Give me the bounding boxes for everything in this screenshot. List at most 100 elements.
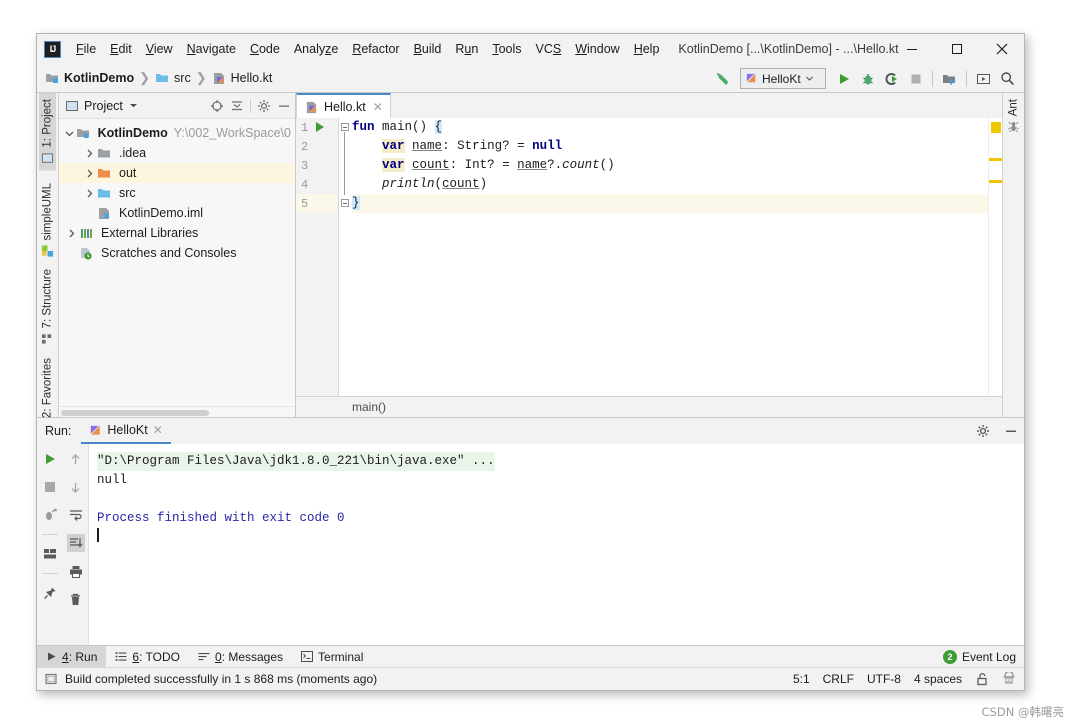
event-log-button[interactable]: 2 Event Log bbox=[942, 649, 1016, 664]
fold-end-icon[interactable] bbox=[341, 199, 349, 207]
soft-wrap-button[interactable] bbox=[67, 506, 85, 524]
gear-icon[interactable] bbox=[257, 99, 271, 113]
indent-setting[interactable]: 4 spaces bbox=[914, 672, 962, 686]
status-message-icon[interactable] bbox=[45, 673, 58, 686]
debug-button[interactable] bbox=[857, 68, 878, 89]
project-tree[interactable]: KotlinDemo Y:\002_WorkSpace\0 .idea out … bbox=[59, 119, 295, 406]
file-encoding[interactable]: UTF-8 bbox=[867, 672, 901, 686]
main-toolbar: HelloKt bbox=[712, 64, 1018, 93]
stop-button[interactable] bbox=[905, 68, 926, 89]
gear-icon[interactable] bbox=[976, 424, 990, 438]
menu-file[interactable]: File bbox=[69, 39, 103, 59]
stop-button[interactable] bbox=[41, 478, 59, 496]
editor-marker-strip[interactable] bbox=[988, 118, 1003, 396]
menu-run[interactable]: Run bbox=[448, 39, 485, 59]
sidebar-item-project[interactable]: 1: Project bbox=[39, 93, 56, 171]
gutter-line: 2 bbox=[296, 137, 338, 156]
pin-tab-button[interactable] bbox=[41, 584, 59, 602]
bottom-tab-run[interactable]: 4: Run bbox=[37, 645, 107, 668]
tree-item-kotlindemo[interactable]: KotlinDemo Y:\002_WorkSpace\0 bbox=[59, 123, 295, 143]
project-structure-button[interactable] bbox=[939, 68, 960, 89]
menu-window[interactable]: Window bbox=[568, 39, 626, 59]
menu-code[interactable]: Code bbox=[243, 39, 287, 59]
select-target-button[interactable] bbox=[973, 68, 994, 89]
tree-item-out[interactable]: out bbox=[59, 163, 295, 183]
unlocked-icon[interactable] bbox=[975, 672, 989, 686]
chevron-down-icon[interactable] bbox=[63, 129, 76, 138]
maximize-button[interactable] bbox=[934, 34, 979, 64]
sidebar-item-ant[interactable]: Ant bbox=[1005, 93, 1022, 137]
search-icon[interactable] bbox=[997, 68, 1018, 89]
rerun-button[interactable] bbox=[41, 450, 59, 468]
bottom-tab-terminal[interactable]: Terminal bbox=[292, 646, 372, 668]
editor-gutter[interactable]: 1 2 3 4 5 bbox=[296, 118, 338, 396]
breadcrumb-item-src[interactable]: src bbox=[155, 71, 191, 85]
layout-button[interactable] bbox=[41, 545, 59, 563]
tree-item-external-libraries[interactable]: External Libraries bbox=[59, 223, 295, 243]
menu-view[interactable]: View bbox=[139, 39, 180, 59]
breadcrumb-item-file[interactable]: Hello.kt bbox=[212, 71, 272, 85]
chevron-right-icon[interactable] bbox=[81, 169, 97, 178]
close-button[interactable] bbox=[979, 34, 1024, 64]
build-hammer-icon[interactable] bbox=[712, 68, 733, 89]
locate-target-icon[interactable] bbox=[210, 99, 224, 113]
bottom-tab-label: Terminal bbox=[318, 649, 364, 664]
tab-hello-kt[interactable]: Hello.kt ✕ bbox=[296, 93, 391, 118]
chevron-down-icon[interactable] bbox=[129, 101, 138, 110]
menu-build[interactable]: Build bbox=[407, 39, 449, 59]
editor-fold-column[interactable] bbox=[338, 118, 350, 396]
editor-breadcrumb-main[interactable]: main() bbox=[352, 400, 386, 414]
menu-edit[interactable]: Edit bbox=[103, 39, 139, 59]
menu-help[interactable]: Help bbox=[627, 39, 667, 59]
menu-navigate[interactable]: Navigate bbox=[180, 39, 243, 59]
line-number: 2 bbox=[301, 139, 309, 154]
tree-item-iml[interactable]: KotlinDemo.iml bbox=[59, 203, 295, 223]
chevron-right-icon[interactable] bbox=[63, 229, 79, 238]
close-icon[interactable]: ✕ bbox=[153, 423, 163, 437]
run-configuration-selector[interactable]: HelloKt bbox=[740, 68, 826, 89]
close-icon[interactable]: ✕ bbox=[373, 100, 383, 114]
restart-debugger-button[interactable] bbox=[41, 506, 59, 524]
bottom-tab-messages[interactable]: 0: Messages bbox=[189, 646, 292, 668]
scroll-to-end-button[interactable] bbox=[66, 534, 85, 552]
warning-marker[interactable] bbox=[991, 122, 1001, 133]
fold-collapse-icon[interactable] bbox=[341, 123, 349, 131]
warning-marker[interactable] bbox=[989, 180, 1003, 183]
print-button[interactable] bbox=[67, 562, 85, 580]
bottom-tab-todo[interactable]: 6: TODO bbox=[106, 646, 189, 668]
sidebar-item-simpleuml[interactable]: simpleUML bbox=[39, 177, 56, 264]
tree-item-scratches[interactable]: Scratches and Consoles bbox=[59, 243, 295, 263]
menu-tools[interactable]: Tools bbox=[485, 39, 528, 59]
line-separator[interactable]: CRLF bbox=[823, 672, 854, 686]
tree-item-idea[interactable]: .idea bbox=[59, 143, 295, 163]
down-stack-button[interactable] bbox=[67, 478, 85, 496]
sidebar-item-structure[interactable]: 7: Structure bbox=[39, 263, 56, 351]
chevron-right-icon[interactable] bbox=[81, 189, 97, 198]
project-panel-actions bbox=[210, 98, 291, 113]
editor-tabs: Hello.kt ✕ bbox=[296, 93, 1002, 118]
run-button[interactable] bbox=[833, 68, 854, 89]
scrollbar-thumb[interactable] bbox=[61, 410, 209, 416]
warning-marker[interactable] bbox=[989, 158, 1003, 161]
up-stack-button[interactable] bbox=[67, 450, 85, 468]
run-gutter-icon[interactable] bbox=[316, 122, 324, 132]
hide-panel-icon[interactable] bbox=[1004, 424, 1018, 438]
breadcrumb-item-project[interactable]: KotlinDemo bbox=[45, 71, 134, 85]
run-with-coverage-button[interactable] bbox=[881, 68, 902, 89]
project-horizontal-scrollbar[interactable] bbox=[59, 406, 295, 417]
clear-all-button[interactable] bbox=[67, 590, 85, 608]
run-tab-hellokt[interactable]: HelloKt ✕ bbox=[81, 418, 171, 444]
hector-icon[interactable] bbox=[1002, 672, 1016, 686]
caret-position[interactable]: 5:1 bbox=[793, 672, 810, 686]
chevron-right-icon[interactable] bbox=[81, 149, 97, 158]
minimize-button[interactable] bbox=[889, 34, 934, 64]
menu-refactor[interactable]: Refactor bbox=[345, 39, 406, 59]
console-output[interactable]: "D:\Program Files\Java\jdk1.8.0_221\bin\… bbox=[89, 444, 1024, 645]
hide-panel-icon[interactable] bbox=[277, 99, 291, 113]
code-content[interactable]: fun main() { var name: String? = null va… bbox=[350, 118, 988, 396]
messages-icon bbox=[198, 653, 210, 661]
tree-item-src[interactable]: src bbox=[59, 183, 295, 203]
menu-vcs[interactable]: VCS bbox=[529, 39, 569, 59]
menu-analyze[interactable]: Analyze bbox=[287, 39, 345, 59]
collapse-all-icon[interactable] bbox=[230, 99, 244, 113]
